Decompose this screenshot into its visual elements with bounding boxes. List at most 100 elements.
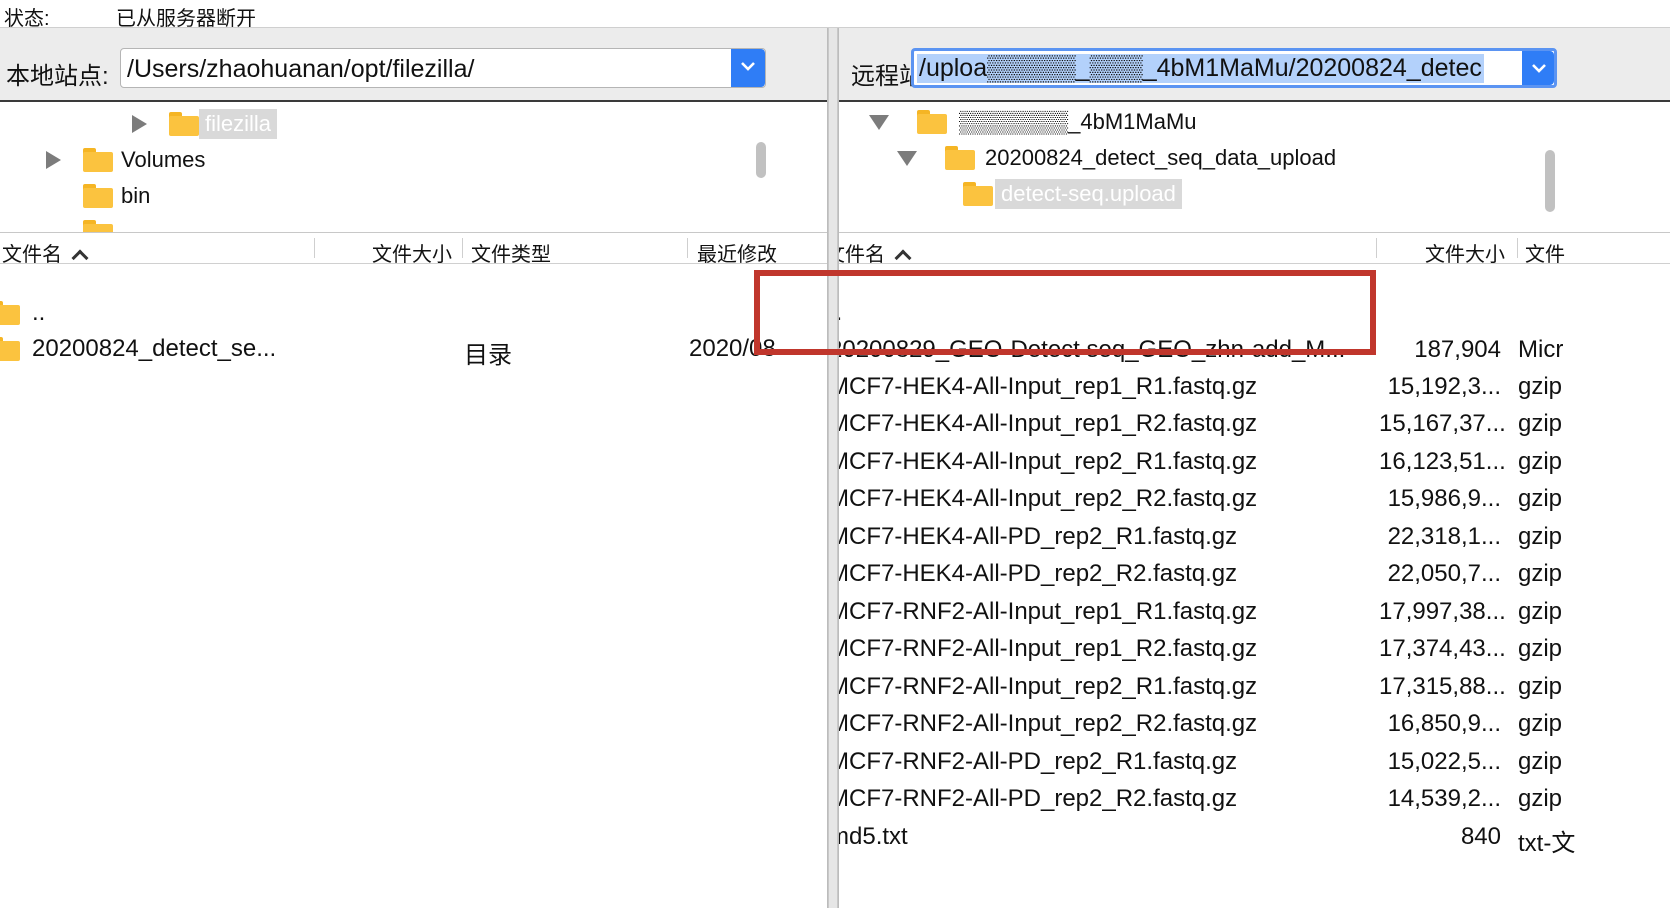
file-size: 187,904 bbox=[1414, 336, 1501, 363]
local-directory-tree[interactable]: filezilla Volumes bin bbox=[0, 104, 827, 233]
tree-item-label: filezilla bbox=[199, 109, 278, 139]
remote-tree-scrollbar[interactable] bbox=[1545, 150, 1555, 212]
file-name: MCF7-HEK4-All-PD_rep2_R2.fastq.gz bbox=[838, 560, 1238, 587]
tree-item-label: Volumes bbox=[121, 147, 206, 172]
folder-icon bbox=[963, 182, 993, 206]
column-header-name[interactable]: 文件名 bbox=[2, 238, 89, 267]
file-type: 目录 bbox=[464, 342, 512, 369]
list-item[interactable]: 20200824_detect_se... 目录 2020/08 bbox=[0, 331, 827, 369]
file-type: gzip bbox=[1518, 635, 1563, 662]
file-type: gzip bbox=[1518, 785, 1563, 812]
file-name: 20200824_detect_se... bbox=[32, 335, 277, 362]
chevron-down-icon bbox=[1532, 64, 1546, 73]
remote-path-dropdown-button[interactable] bbox=[1522, 51, 1554, 85]
list-item[interactable]: MCF7-RNF2-All-PD_rep2_R1.fastq.gz 15,022… bbox=[839, 744, 1670, 780]
list-item[interactable]: MCF7-HEK4-All-PD_rep2_R1.fastq.gz 22,318… bbox=[839, 519, 1670, 555]
folder-icon bbox=[83, 184, 113, 208]
column-divider[interactable] bbox=[1517, 238, 1518, 258]
tree-item-label: 20200824_detect_seq_data_upload bbox=[985, 145, 1337, 170]
collapse-arrow-icon[interactable] bbox=[869, 114, 889, 130]
folder-icon bbox=[169, 112, 199, 136]
list-item[interactable]: MCF7-RNF2-All-Input_rep2_R2.fastq.gz 16,… bbox=[839, 706, 1670, 742]
local-tree-scrollbar[interactable] bbox=[756, 142, 766, 178]
expand-arrow-icon[interactable] bbox=[132, 115, 147, 133]
column-divider[interactable] bbox=[314, 238, 315, 258]
list-item[interactable]: MCF7-RNF2-All-Input_rep1_R1.fastq.gz 17,… bbox=[839, 594, 1670, 630]
list-item[interactable]: MCF7-RNF2-All-Input_rep2_R1.fastq.gz 17,… bbox=[839, 669, 1670, 705]
collapse-arrow-icon[interactable] bbox=[897, 150, 917, 166]
remote-path-value[interactable]: /uploa▒▒▒▒▒_▒▒▒_4bM1MaMu/20200824_detec bbox=[917, 54, 1484, 83]
column-divider[interactable] bbox=[462, 238, 463, 258]
file-name: MCF7-RNF2-All-Input_rep2_R1.fastq.gz bbox=[838, 673, 1258, 700]
list-item[interactable]: 20200829_GEO-Detect seq_GEO_zhn-add_M...… bbox=[839, 332, 1670, 368]
expand-arrow-icon[interactable] bbox=[46, 151, 61, 169]
file-size: 16,123,51... bbox=[1379, 448, 1506, 475]
list-item[interactable]: MCF7-HEK4-All-Input_rep2_R2.fastq.gz 15,… bbox=[839, 481, 1670, 517]
tree-item-detect-seq-upload[interactable]: detect-seq.upload bbox=[963, 176, 1182, 212]
file-type: gzip bbox=[1518, 673, 1563, 700]
file-size: 22,318,1... bbox=[1387, 523, 1501, 550]
file-name: MCF7-RNF2-All-Input_rep2_R2.fastq.gz bbox=[838, 710, 1258, 737]
file-name: MCF7-RNF2-All-Input_rep1_R2.fastq.gz bbox=[838, 635, 1258, 662]
list-item[interactable]: MCF7-RNF2-All-Input_rep1_R2.fastq.gz 17,… bbox=[839, 631, 1670, 667]
folder-icon bbox=[83, 220, 113, 232]
tree-item-partial[interactable] bbox=[83, 214, 113, 232]
folder-icon bbox=[917, 110, 947, 134]
file-name: MCF7-RNF2-All-Input_rep1_R1.fastq.gz bbox=[838, 598, 1258, 625]
file-name: MCF7-HEK4-All-Input_rep2_R2.fastq.gz bbox=[838, 485, 1258, 512]
list-item[interactable]: MCF7-HEK4-All-Input_rep2_R1.fastq.gz 16,… bbox=[839, 444, 1670, 480]
folder-icon bbox=[945, 146, 975, 170]
folder-icon bbox=[83, 148, 113, 172]
file-size: 14,539,2... bbox=[1387, 785, 1501, 812]
file-size: 15,192,3... bbox=[1387, 373, 1501, 400]
file-size: 840 bbox=[1460, 823, 1501, 850]
folder-icon bbox=[0, 337, 20, 361]
file-name: MCF7-RNF2-All-PD_rep2_R1.fastq.gz bbox=[838, 748, 1238, 775]
pane-splitter[interactable] bbox=[828, 28, 838, 908]
column-header-size[interactable]: 文件大小 bbox=[372, 238, 452, 267]
local-path-dropdown-button[interactable] bbox=[731, 49, 765, 87]
file-type: txt-文 bbox=[1518, 830, 1576, 857]
local-pane: 本地站点: /Users/zhaohuanan/opt/filezilla/ f… bbox=[0, 28, 828, 908]
list-item[interactable]: MCF7-RNF2-All-PD_rep2_R2.fastq.gz 14,539… bbox=[839, 781, 1670, 817]
file-type: gzip bbox=[1518, 448, 1563, 475]
column-divider[interactable] bbox=[1376, 238, 1377, 258]
remote-site-bar: 远程站点: /uploa▒▒▒▒▒_▒▒▒_4bM1MaMu/20200824_… bbox=[839, 28, 1670, 102]
status-bar: 状态: 已从服务器断开 bbox=[0, 0, 1670, 30]
tree-item-user-dir[interactable]: ▒▒▒▒▒▒▒_4bM1MaMu bbox=[869, 104, 1197, 140]
tree-item-filezilla[interactable]: filezilla bbox=[132, 106, 278, 142]
local-path-combo[interactable]: /Users/zhaohuanan/opt/filezilla/ bbox=[120, 48, 766, 88]
list-item[interactable]: MCF7-HEK4-All-Input_rep1_R2.fastq.gz 15,… bbox=[839, 406, 1670, 442]
status-label: 状态: bbox=[4, 8, 50, 30]
list-item[interactable]: md5.txt 840 txt-文 bbox=[839, 819, 1670, 857]
file-name: MCF7-RNF2-All-PD_rep2_R2.fastq.gz bbox=[838, 785, 1238, 812]
list-item[interactable]: MCF7-HEK4-All-PD_rep2_R2.fastq.gz 22,050… bbox=[839, 556, 1670, 592]
remote-directory-tree[interactable]: ▒▒▒▒▒▒▒_4bM1MaMu 20200824_detect_seq_dat… bbox=[839, 104, 1670, 233]
column-divider[interactable] bbox=[687, 238, 688, 258]
list-item[interactable]: .. bbox=[0, 295, 827, 331]
local-list-header: 文件名 文件大小 文件类型 最近修改 bbox=[0, 234, 827, 267]
list-item[interactable]: .. bbox=[839, 295, 1670, 331]
remote-list-header: 文件名 文件大小 文件 bbox=[839, 234, 1670, 267]
file-modified: 2020/08 bbox=[689, 335, 776, 362]
tree-item-label: bin bbox=[121, 183, 151, 208]
column-header-type[interactable]: 文件 bbox=[1525, 238, 1565, 267]
list-item[interactable]: MCF7-HEK4-All-Input_rep1_R1.fastq.gz 15,… bbox=[839, 369, 1670, 405]
tree-item-label: ▒▒▒▒▒▒▒_4bM1MaMu bbox=[959, 109, 1197, 134]
file-name: md5.txt bbox=[839, 823, 908, 850]
tree-item-20200824[interactable]: 20200824_detect_seq_data_upload bbox=[897, 140, 1336, 176]
column-header-name[interactable]: 文件名 bbox=[839, 238, 912, 267]
tree-item-bin[interactable]: bin bbox=[83, 178, 150, 214]
column-header-type[interactable]: 文件类型 bbox=[471, 238, 551, 267]
file-size: 15,167,37... bbox=[1379, 410, 1506, 437]
remote-path-combo[interactable]: /uploa▒▒▒▒▒_▒▒▒_4bM1MaMu/20200824_detec bbox=[911, 48, 1557, 88]
file-type: gzip bbox=[1518, 373, 1563, 400]
tree-item-volumes[interactable]: Volumes bbox=[46, 142, 205, 178]
sort-ascending-icon bbox=[894, 249, 912, 267]
column-header-size[interactable]: 文件大小 bbox=[1425, 238, 1505, 267]
local-path-value[interactable]: /Users/zhaohuanan/opt/filezilla/ bbox=[127, 55, 474, 84]
file-name: 20200829_GEO-Detect seq_GEO_zhn-add_M... bbox=[838, 336, 1346, 363]
column-header-modified[interactable]: 最近修改 bbox=[697, 238, 777, 267]
file-name: MCF7-HEK4-All-Input_rep2_R1.fastq.gz bbox=[838, 448, 1258, 475]
file-type: gzip bbox=[1518, 410, 1563, 437]
